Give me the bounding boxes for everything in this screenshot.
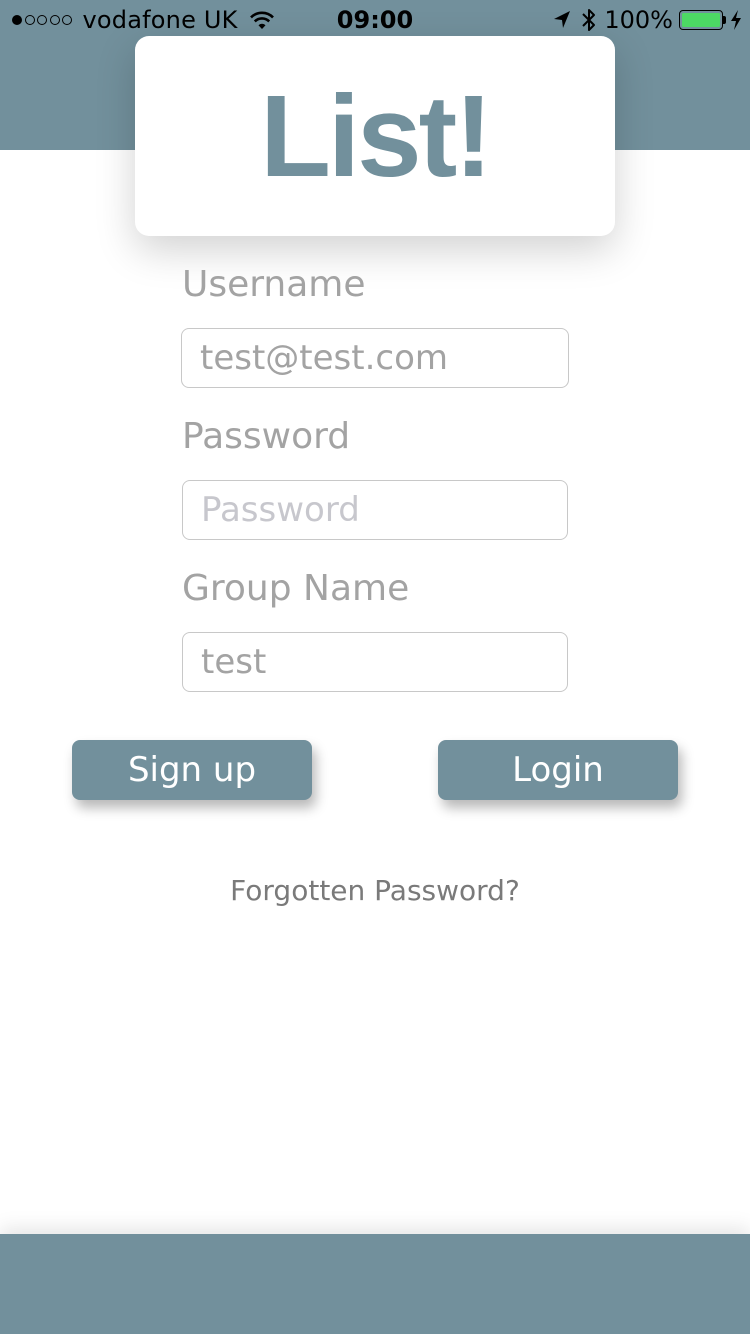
signal-dot xyxy=(37,15,47,25)
carrier-name: vodafone UK xyxy=(82,6,238,34)
password-label: Password xyxy=(182,416,351,457)
password-input[interactable] xyxy=(182,480,568,540)
signal-dot xyxy=(49,15,60,25)
battery-icon xyxy=(679,10,723,30)
bluetooth-icon xyxy=(582,9,596,31)
signal-dot xyxy=(24,15,35,25)
battery-percent: 100% xyxy=(604,6,673,34)
status-left: vodafone UK xyxy=(12,6,276,34)
signal-dot xyxy=(12,15,22,25)
status-right: 100% xyxy=(552,6,742,34)
sign-up-button[interactable]: Sign up xyxy=(72,740,312,800)
forgot-password-link[interactable]: Forgotten Password? xyxy=(0,874,750,907)
signal-dot xyxy=(62,15,72,25)
wifi-icon xyxy=(249,11,274,29)
charging-bolt-icon xyxy=(731,10,741,30)
battery-tip xyxy=(723,16,726,24)
battery-level xyxy=(682,13,720,27)
signal-strength-icon xyxy=(12,15,75,25)
app-logo: List! xyxy=(260,71,493,201)
logo-card: List! xyxy=(135,36,615,236)
username-input[interactable] xyxy=(181,328,569,388)
status-bar: vodafone UK 09:00 100% xyxy=(0,0,750,40)
login-button[interactable]: Login xyxy=(438,740,678,800)
username-label: Username xyxy=(182,264,366,305)
group-name-label: Group Name xyxy=(182,568,410,609)
group-name-input[interactable] xyxy=(182,632,568,692)
location-arrow-icon xyxy=(554,11,571,28)
footer-band xyxy=(0,1234,750,1334)
